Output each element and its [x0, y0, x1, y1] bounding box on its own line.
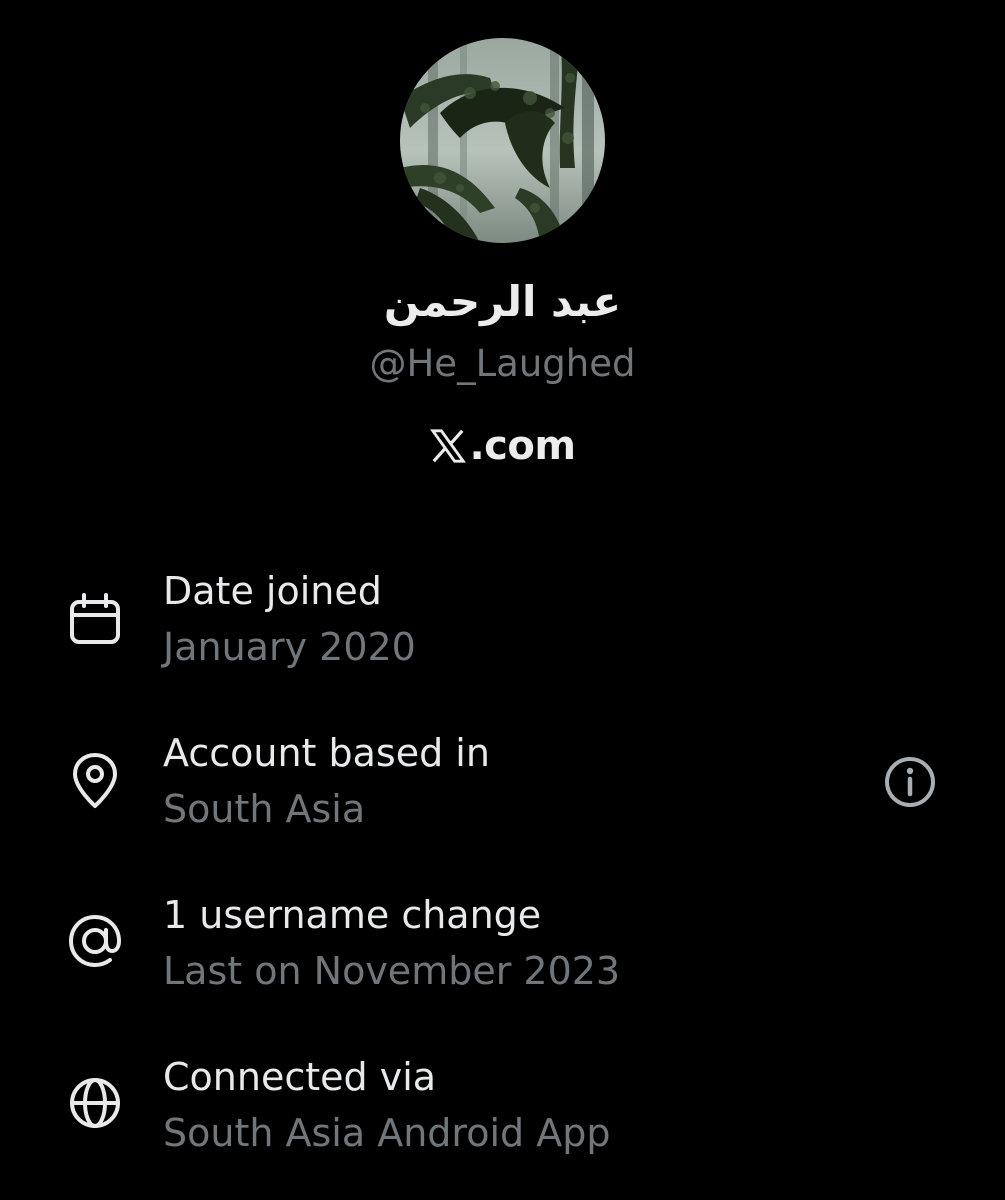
display-name: عبد الرحمن — [383, 277, 622, 326]
site-link[interactable]: .com — [0, 418, 1005, 474]
calendar-icon — [70, 593, 120, 644]
site-domain-text: .com — [469, 423, 576, 469]
forest-avatar-image — [400, 38, 605, 243]
avatar[interactable] — [400, 38, 605, 243]
detail-row-account-based-in: Account based in South Asia — [0, 728, 1005, 838]
detail-title: Date joined — [163, 569, 382, 613]
x-logo-icon — [430, 429, 467, 463]
detail-row-username-change: 1 username change Last on November 2023 — [0, 890, 1005, 1000]
at-sign-icon — [68, 914, 122, 968]
detail-title: Account based in — [163, 731, 490, 775]
detail-title: Connected via — [163, 1055, 437, 1099]
detail-subtitle: January 2020 — [163, 625, 416, 669]
detail-row-connected-via: Connected via South Asia Android App — [0, 1052, 1005, 1162]
info-icon[interactable] — [882, 754, 938, 810]
detail-title: 1 username change — [163, 893, 542, 937]
location-pin-icon — [73, 753, 117, 808]
username-handle: @He_Laughed — [369, 342, 636, 385]
detail-subtitle: Last on November 2023 — [163, 949, 621, 993]
detail-subtitle: South Asia Android App — [163, 1111, 611, 1155]
detail-row-date-joined: Date joined January 2020 — [0, 566, 1005, 676]
detail-subtitle: South Asia — [163, 787, 366, 831]
globe-icon — [70, 1078, 120, 1128]
